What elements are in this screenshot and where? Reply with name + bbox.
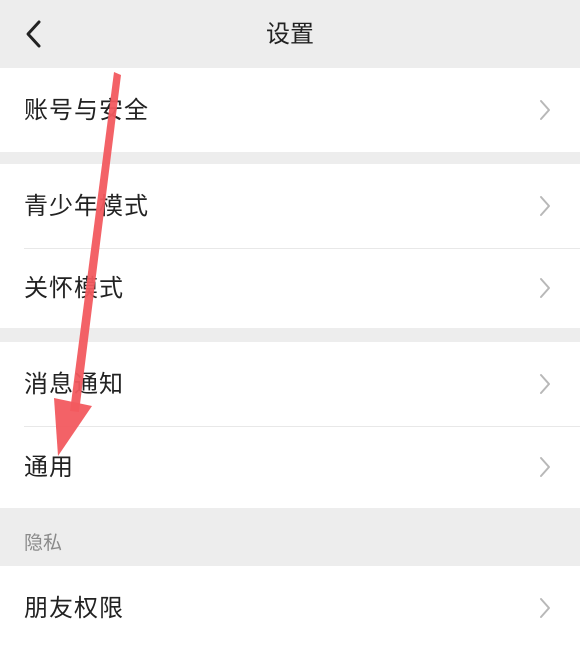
nav-bar: 设置 <box>0 0 580 68</box>
settings-item-label: 青少年模式 <box>24 192 149 220</box>
settings-item-friend-permissions[interactable]: 朋友权限 <box>0 566 580 650</box>
settings-item-label: 朋友权限 <box>24 594 124 622</box>
settings-item-teen-mode[interactable]: 青少年模式 <box>0 164 580 248</box>
settings-item-label: 通用 <box>24 453 74 481</box>
settings-item-care-mode[interactable]: 关怀模式 <box>0 248 580 328</box>
settings-group-account: 账号与安全 <box>0 68 580 152</box>
settings-group-general: 消息通知 通用 <box>0 342 580 508</box>
section-header-privacy: 隐私 <box>24 532 63 554</box>
chevron-right-icon <box>540 457 550 477</box>
chevron-right-icon <box>540 100 550 120</box>
settings-item-label: 账号与安全 <box>24 96 149 124</box>
row-divider <box>24 426 580 427</box>
settings-item-account-security[interactable]: 账号与安全 <box>0 68 580 152</box>
settings-item-general[interactable]: 通用 <box>0 426 580 508</box>
page-title: 设置 <box>266 20 314 48</box>
chevron-right-icon <box>540 374 550 394</box>
settings-item-label: 关怀模式 <box>24 274 124 302</box>
chevron-right-icon <box>540 598 550 618</box>
chevron-right-icon <box>540 278 550 298</box>
settings-item-label: 消息通知 <box>24 370 124 398</box>
settings-item-notifications[interactable]: 消息通知 <box>0 342 580 426</box>
settings-group-privacy: 朋友权限 <box>0 566 580 650</box>
chevron-right-icon <box>540 196 550 216</box>
settings-group-modes: 青少年模式 关怀模式 <box>0 164 580 328</box>
